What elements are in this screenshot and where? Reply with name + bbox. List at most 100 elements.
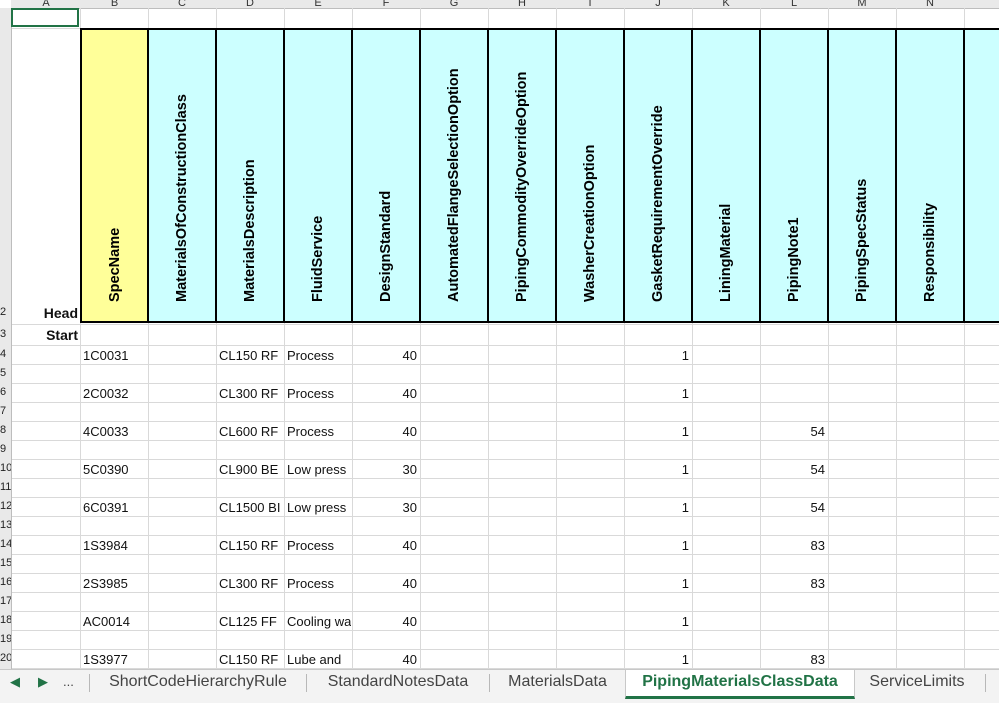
row-number[interactable]: 5 xyxy=(0,368,11,382)
cell-pipingnote[interactable]: 54 xyxy=(760,461,825,478)
tab-shortcodehierarchyrule[interactable]: ShortCodeHierarchyRule xyxy=(90,670,306,696)
cell-specname[interactable]: 5C0390 xyxy=(83,461,147,478)
column-header-i[interactable]: I xyxy=(556,0,625,9)
cell-specname[interactable]: 1S3977 xyxy=(83,651,147,668)
tab-servicelimits[interactable]: ServiceLimits xyxy=(854,670,980,696)
start-label[interactable]: Start xyxy=(14,327,78,344)
cell-designstandard[interactable]: 40 xyxy=(352,613,417,630)
row-number[interactable]: 12 xyxy=(0,501,11,515)
cell-fluidservice[interactable]: Low press xyxy=(287,461,351,478)
cell-gasket[interactable]: 1 xyxy=(624,347,689,364)
head-label[interactable]: Head xyxy=(14,305,78,322)
cell-description[interactable]: CL1500 BI xyxy=(219,499,283,516)
column-header-f[interactable]: F xyxy=(352,0,421,9)
column-header-b[interactable]: B xyxy=(81,0,149,9)
cell-fluidservice[interactable]: Process xyxy=(287,423,351,440)
header-cell[interactable]: PipingNote1 xyxy=(759,28,829,323)
cell-designstandard[interactable]: 40 xyxy=(352,347,417,364)
row-number[interactable]: 2 xyxy=(0,307,11,321)
cell-description[interactable]: CL900 BE xyxy=(219,461,283,478)
cell-pipingnote[interactable]: 54 xyxy=(760,499,825,516)
cell-specname[interactable]: 1S3984 xyxy=(83,537,147,554)
cell-gasket[interactable]: 1 xyxy=(624,537,689,554)
column-header-o[interactable] xyxy=(964,0,999,9)
row-number[interactable]: 18 xyxy=(0,615,11,629)
cell-fluidservice[interactable]: Process xyxy=(287,537,351,554)
cell-specname[interactable]: AC0014 xyxy=(83,613,147,630)
header-cell[interactable] xyxy=(963,28,999,323)
scroll-tabs-right-icon[interactable]: ▶ xyxy=(38,674,48,690)
cell-specname[interactable]: 6C0391 xyxy=(83,499,147,516)
row-number[interactable]: 16 xyxy=(0,577,11,591)
tab-pipingmaterialsclassdata[interactable]: PipingMaterialsClassData xyxy=(625,670,855,699)
cell-fluidservice[interactable]: Cooling wa xyxy=(287,613,351,630)
cell-description[interactable]: CL600 RF xyxy=(219,423,283,440)
cell-designstandard[interactable]: 30 xyxy=(352,499,417,516)
header-cell[interactable]: GasketRequirementOverride xyxy=(623,28,693,323)
cell-specname[interactable]: 1C0031 xyxy=(83,347,147,364)
cell-fluidservice[interactable]: Process xyxy=(287,347,351,364)
cell-pipingnote[interactable]: 83 xyxy=(760,537,825,554)
row-number[interactable]: 17 xyxy=(0,596,11,610)
more-tabs-button[interactable]: ... xyxy=(63,674,74,689)
header-cell[interactable]: AutomatedFlangeSelectionOption xyxy=(419,28,489,323)
row-number[interactable]: 4 xyxy=(0,349,11,363)
spreadsheet-grid[interactable]: A B C D E F G H I J K L M N 2 3 4 5 6 7 xyxy=(0,0,999,669)
row-number[interactable]: 19 xyxy=(0,634,11,648)
header-cell[interactable]: PipingCommodityOverrideOption xyxy=(487,28,557,323)
header-cell[interactable]: PipingSpecStatus xyxy=(827,28,897,323)
cell-description[interactable]: CL300 RF xyxy=(219,575,283,592)
cell-pipingnote[interactable] xyxy=(760,385,825,402)
column-header-l[interactable]: L xyxy=(760,0,829,9)
cell-designstandard[interactable]: 40 xyxy=(352,537,417,554)
scroll-tabs-left-icon[interactable]: ◀ xyxy=(10,674,20,690)
cell-gasket[interactable]: 1 xyxy=(624,575,689,592)
row-number[interactable]: 15 xyxy=(0,558,11,572)
column-header-m[interactable]: M xyxy=(828,0,897,9)
cell-specname[interactable]: 2S3985 xyxy=(83,575,147,592)
header-cell-specname[interactable]: SpecName xyxy=(80,28,149,323)
cell-gasket[interactable]: 1 xyxy=(624,613,689,630)
header-cell[interactable]: DesignStandard xyxy=(351,28,421,323)
row-number[interactable]: 13 xyxy=(0,520,11,534)
row-number[interactable]: 7 xyxy=(0,406,11,420)
row-number[interactable]: 14 xyxy=(0,539,11,553)
cell-designstandard[interactable]: 40 xyxy=(352,651,417,668)
column-header-j[interactable]: J xyxy=(624,0,693,9)
header-cell[interactable]: LiningMaterial xyxy=(691,28,761,323)
header-cell[interactable]: Responsibility xyxy=(895,28,965,323)
tab-standardnotesdata[interactable]: StandardNotesData xyxy=(307,670,489,696)
column-header-n[interactable]: N xyxy=(896,0,965,9)
cell-designstandard[interactable]: 40 xyxy=(352,423,417,440)
cell-pipingnote[interactable] xyxy=(760,613,825,630)
cell-description[interactable]: CL150 RF xyxy=(219,537,283,554)
cell-gasket[interactable]: 1 xyxy=(624,651,689,668)
cell-gasket[interactable]: 1 xyxy=(624,423,689,440)
cell-fluidservice[interactable]: Process xyxy=(287,385,351,402)
column-header-c[interactable]: C xyxy=(148,0,217,9)
header-cell[interactable]: MaterialsDescription xyxy=(215,28,285,323)
cell-description[interactable]: CL300 RF xyxy=(219,385,283,402)
row-number[interactable]: 9 xyxy=(0,444,11,458)
row-number[interactable]: 3 xyxy=(0,329,11,343)
cell-gasket[interactable]: 1 xyxy=(624,499,689,516)
selected-cell[interactable] xyxy=(11,8,79,27)
cell-pipingnote[interactable]: 83 xyxy=(760,575,825,592)
cell-fluidservice[interactable]: Lube and xyxy=(287,651,351,668)
cell-designstandard[interactable]: 40 xyxy=(352,575,417,592)
cell-description[interactable]: CL150 RF xyxy=(219,347,283,364)
tab-materialsdata[interactable]: MaterialsData xyxy=(490,670,625,696)
header-cell[interactable]: FluidService xyxy=(283,28,353,323)
row-number[interactable]: 10 xyxy=(0,463,11,477)
column-header-k[interactable]: K xyxy=(692,0,761,9)
cell-pipingnote[interactable] xyxy=(760,347,825,364)
column-header-d[interactable]: D xyxy=(216,0,285,9)
header-cell[interactable]: MaterialsOfConstructionClass xyxy=(147,28,217,323)
cell-specname[interactable]: 2C0032 xyxy=(83,385,147,402)
header-cell[interactable]: WasherCreationOption xyxy=(555,28,625,323)
column-header-h[interactable]: H xyxy=(488,0,557,9)
cell-fluidservice[interactable]: Process xyxy=(287,575,351,592)
cell-designstandard[interactable]: 30 xyxy=(352,461,417,478)
column-header-g[interactable]: G xyxy=(420,0,489,9)
cell-fluidservice[interactable]: Low press xyxy=(287,499,351,516)
